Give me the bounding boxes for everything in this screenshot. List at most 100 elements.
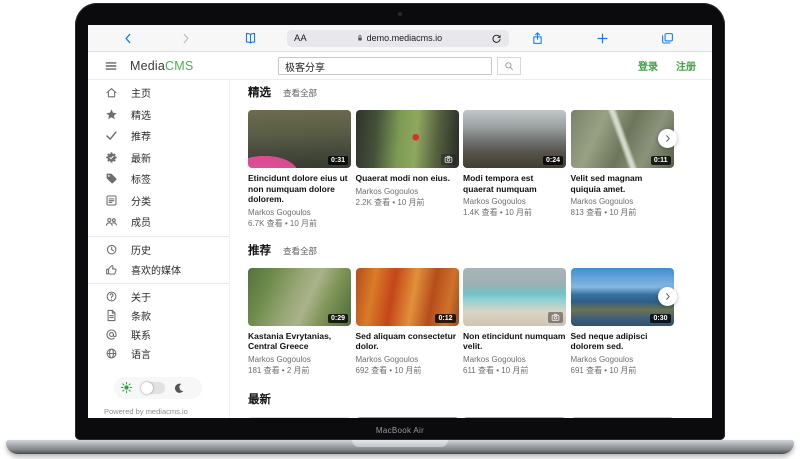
media-title[interactable]: Modi tempora est quaerat numquam [463, 173, 566, 194]
sidebar-item-check[interactable]: 推荐 [88, 125, 229, 147]
media-card[interactable] [463, 417, 566, 419]
reload-icon[interactable] [491, 33, 502, 44]
media-meta: 1.4K 查看 • 10 月前 [463, 208, 566, 218]
next-carousel-button[interactable] [658, 287, 677, 306]
media-thumbnail[interactable]: 0:12 [356, 268, 459, 326]
sidebar-item-home[interactable]: 主页 [88, 82, 229, 104]
search-button[interactable] [497, 57, 521, 75]
macbook-screen: AA demo.mediacms.io MediaCMS [75, 3, 725, 440]
sidebar-item-label: 精选 [131, 107, 151, 122]
search-input[interactable] [278, 57, 492, 75]
media-meta: 181 查看 • 2 月前 [248, 366, 351, 376]
sidebar-item-doc[interactable]: 条款 [88, 306, 229, 325]
sun-icon [120, 381, 133, 394]
media-thumbnail[interactable] [463, 268, 566, 326]
media-author[interactable]: Markos Gogoulos [571, 197, 674, 207]
media-thumbnail[interactable]: 0:31 [248, 110, 351, 168]
url-text-wrap: demo.mediacms.io [307, 33, 491, 43]
media-card[interactable]: 0:24 Modi tempora est quaerat numquam Mark… [463, 110, 566, 229]
media-author[interactable]: Markos Gogoulos [356, 187, 459, 197]
sidebar-item-tag[interactable]: 标签 [88, 168, 229, 190]
view-all-link[interactable]: 查看全部 [283, 245, 317, 257]
tabs-icon[interactable] [661, 32, 674, 45]
sidebar-item-star[interactable]: 精选 [88, 104, 229, 126]
safari-toolbar: AA demo.mediacms.io [88, 25, 712, 52]
media-thumbnail[interactable] [248, 417, 351, 419]
media-card[interactable]: 0:30Sed neque adipisci dolorem sed.Marko… [571, 268, 674, 376]
media-thumbnail[interactable] [356, 417, 459, 419]
back-chevron-icon[interactable] [122, 32, 135, 45]
mediacms-logo[interactable]: MediaCMS [130, 59, 193, 73]
media-title[interactable]: Sed aliquam consectetur dolor. [356, 331, 459, 352]
sidebar-item-thumb[interactable]: 喜欢的媒体 [88, 260, 229, 280]
media-card[interactable] [356, 417, 459, 419]
login-link[interactable]: 登录 [638, 58, 658, 73]
bookmarks-icon[interactable] [244, 32, 257, 45]
media-title[interactable]: Etincidunt dolore eius ut non numquam do… [248, 173, 351, 205]
next-carousel-button[interactable] [658, 129, 677, 148]
sidebar-item-help[interactable]: 关于 [88, 287, 229, 306]
share-icon[interactable] [531, 32, 544, 45]
media-card[interactable]: Non etincidunt numquam velit. Markos Gogo… [463, 268, 566, 376]
media-author[interactable]: Markos Gogoulos [463, 197, 566, 207]
media-thumbnail[interactable] [571, 417, 674, 419]
sidebar-group: 历史喜欢的媒体 [88, 240, 229, 280]
sidebar-item-history[interactable]: 历史 [88, 240, 229, 260]
media-author[interactable]: Markos Gogoulos [571, 355, 674, 365]
sidebar-group: 主页精选推荐最新标签分类成员 [88, 82, 229, 233]
media-title[interactable]: Velit sed magnam quiquia amet. [571, 173, 674, 194]
reader-button[interactable]: AA [294, 33, 307, 44]
hamburger-icon[interactable] [104, 59, 118, 73]
sidebar-item-label: 成员 [131, 214, 151, 229]
camera-icon [548, 312, 563, 323]
media-title[interactable]: Non etincidunt numquam velit. [463, 331, 566, 352]
media-author[interactable]: Markos Gogoulos [463, 355, 566, 365]
media-author[interactable]: Markos Gogoulos [248, 208, 351, 218]
media-title[interactable]: Sed neque adipisci dolorem sed. [571, 331, 674, 352]
theme-toggle-row [114, 377, 202, 399]
media-author[interactable]: Markos Gogoulos [356, 355, 459, 365]
history-icon [105, 243, 118, 256]
cards-row: 0:31 Etincidunt dolore eius ut non numqua… [248, 110, 712, 229]
sidebar-item-label: 喜欢的媒体 [131, 262, 181, 277]
sidebar-divider [88, 283, 229, 284]
sidebar-item-burst[interactable]: 最新 [88, 147, 229, 169]
sidebar-item-people[interactable]: 成员 [88, 211, 229, 233]
forward-chevron-icon[interactable] [179, 32, 192, 45]
media-card[interactable] [571, 417, 674, 419]
view-all-link[interactable]: 查看全部 [283, 87, 317, 99]
thumb-icon [105, 263, 118, 276]
media-title[interactable]: Quaerat modi non eius. [356, 173, 459, 184]
media-thumbnail[interactable] [356, 110, 459, 168]
address-bar[interactable]: AA demo.mediacms.io [287, 30, 509, 47]
star-icon [105, 108, 118, 121]
media-card[interactable] [248, 417, 351, 419]
section-head: 最新 [248, 394, 712, 407]
register-link[interactable]: 注册 [676, 58, 696, 73]
sidebar-item-label: 历史 [131, 242, 151, 257]
media-card[interactable]: 0:29 Kastania Evrytanias, Central Greece M… [248, 268, 351, 376]
theme-toggle[interactable] [141, 382, 165, 394]
moon-icon [173, 382, 185, 394]
device-label: MacBook Air [75, 426, 725, 435]
sidebar: 主页精选推荐最新标签分类成员历史喜欢的媒体关于条款联系语言 Powered by… [88, 80, 230, 418]
sidebar-group: 关于条款联系语言 [88, 287, 229, 363]
media-author[interactable]: Markos Gogoulos [248, 355, 351, 365]
sidebar-item-at[interactable]: 联系 [88, 325, 229, 344]
media-section: 精选查看全部0:31Etincidunt dolore eius ut non … [248, 87, 712, 229]
sidebar-item-globe[interactable]: 语言 [88, 344, 229, 363]
media-thumbnail[interactable]: 0:29 [248, 268, 351, 326]
media-title[interactable]: Kastania Evrytanias, Central Greece [248, 331, 351, 352]
media-card[interactable]: 0:11Velit sed magnam quiquia amet.Markos… [571, 110, 674, 229]
media-thumbnail[interactable]: 0:24 [463, 110, 566, 168]
media-meta: 692 查看 • 10 月前 [356, 366, 459, 376]
media-card[interactable]: 0:31 Etincidunt dolore eius ut non numqua… [248, 110, 351, 229]
media-section: 最新 [248, 394, 712, 419]
new-tab-plus-icon[interactable] [596, 32, 609, 45]
lock-icon [356, 34, 364, 42]
media-card[interactable]: 0:12 Sed aliquam consectetur dolor. Markos… [356, 268, 459, 376]
sidebar-item-category[interactable]: 分类 [88, 190, 229, 212]
media-card[interactable]: Quaerat modi non eius.Markos Gogoulos2.2… [356, 110, 459, 229]
media-thumbnail[interactable] [463, 417, 566, 419]
powered-by[interactable]: Powered by mediacms.io [104, 407, 188, 416]
